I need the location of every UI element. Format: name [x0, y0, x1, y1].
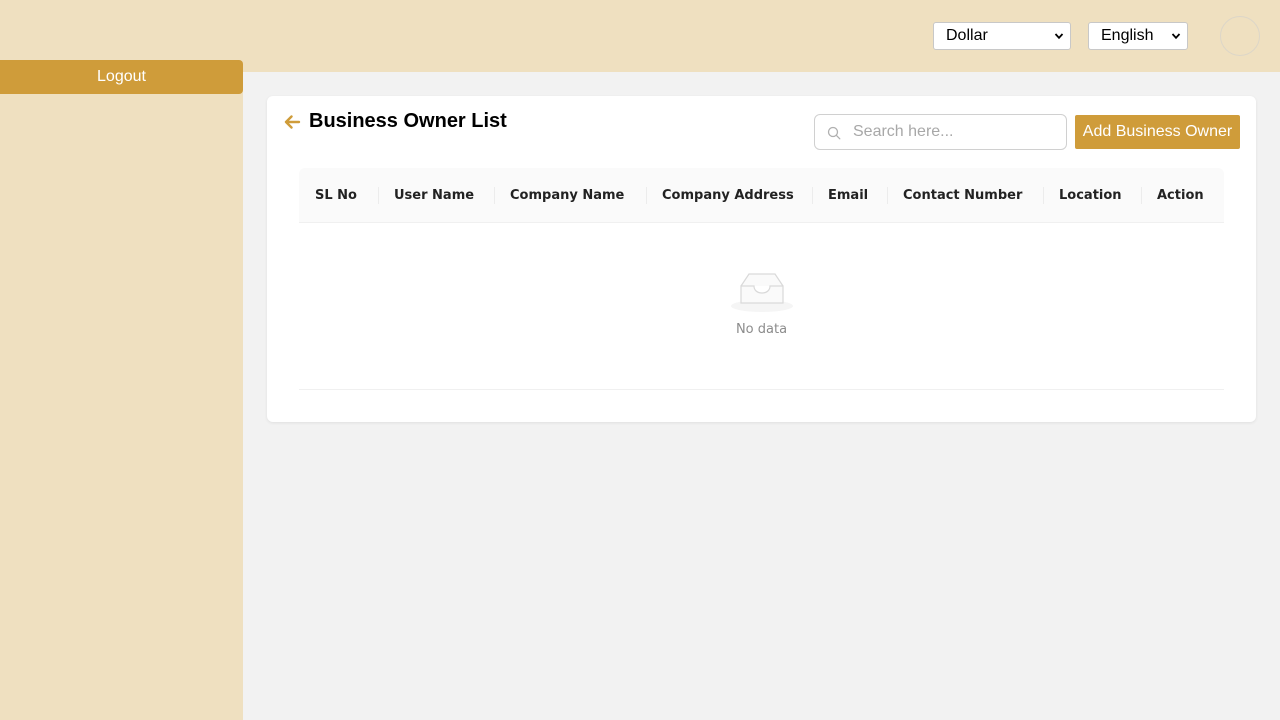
column-header-email[interactable]: Email [812, 168, 868, 223]
currency-select[interactable]: Dollar [933, 22, 1071, 50]
search-icon [827, 126, 841, 140]
business-owner-card: Business Owner List Add Business Owner S… [267, 96, 1256, 422]
search-box[interactable] [814, 114, 1067, 150]
language-select-value: English [1101, 27, 1154, 44]
search-input[interactable] [853, 115, 1058, 149]
empty-inbox-icon [731, 273, 793, 312]
add-business-owner-button[interactable]: Add Business Owner [1075, 115, 1240, 149]
column-header-company-address[interactable]: Company Address [646, 168, 794, 223]
column-header-sl-no[interactable]: SL No [299, 168, 357, 223]
sidebar [0, 0, 243, 720]
chevron-down-icon [1054, 33, 1064, 40]
table-empty-state: No data [299, 223, 1224, 390]
currency-select-value: Dollar [946, 27, 988, 44]
page-title: Business Owner List [309, 110, 507, 132]
logout-button[interactable]: Logout [0, 60, 243, 94]
avatar[interactable] [1220, 16, 1260, 56]
column-header-company-name[interactable]: Company Name [494, 168, 624, 223]
business-owner-table: SL No User Name Company Name Company Add… [299, 168, 1224, 390]
column-header-location[interactable]: Location [1043, 168, 1122, 223]
column-header-contact-number[interactable]: Contact Number [887, 168, 1022, 223]
chevron-down-icon [1171, 33, 1181, 40]
empty-state-text: No data [735, 322, 788, 337]
language-select[interactable]: English [1088, 22, 1188, 50]
back-arrow-icon[interactable] [283, 113, 301, 131]
table-header: SL No User Name Company Name Company Add… [299, 168, 1224, 223]
column-header-user-name[interactable]: User Name [378, 168, 474, 223]
column-header-action[interactable]: Action [1141, 168, 1204, 223]
